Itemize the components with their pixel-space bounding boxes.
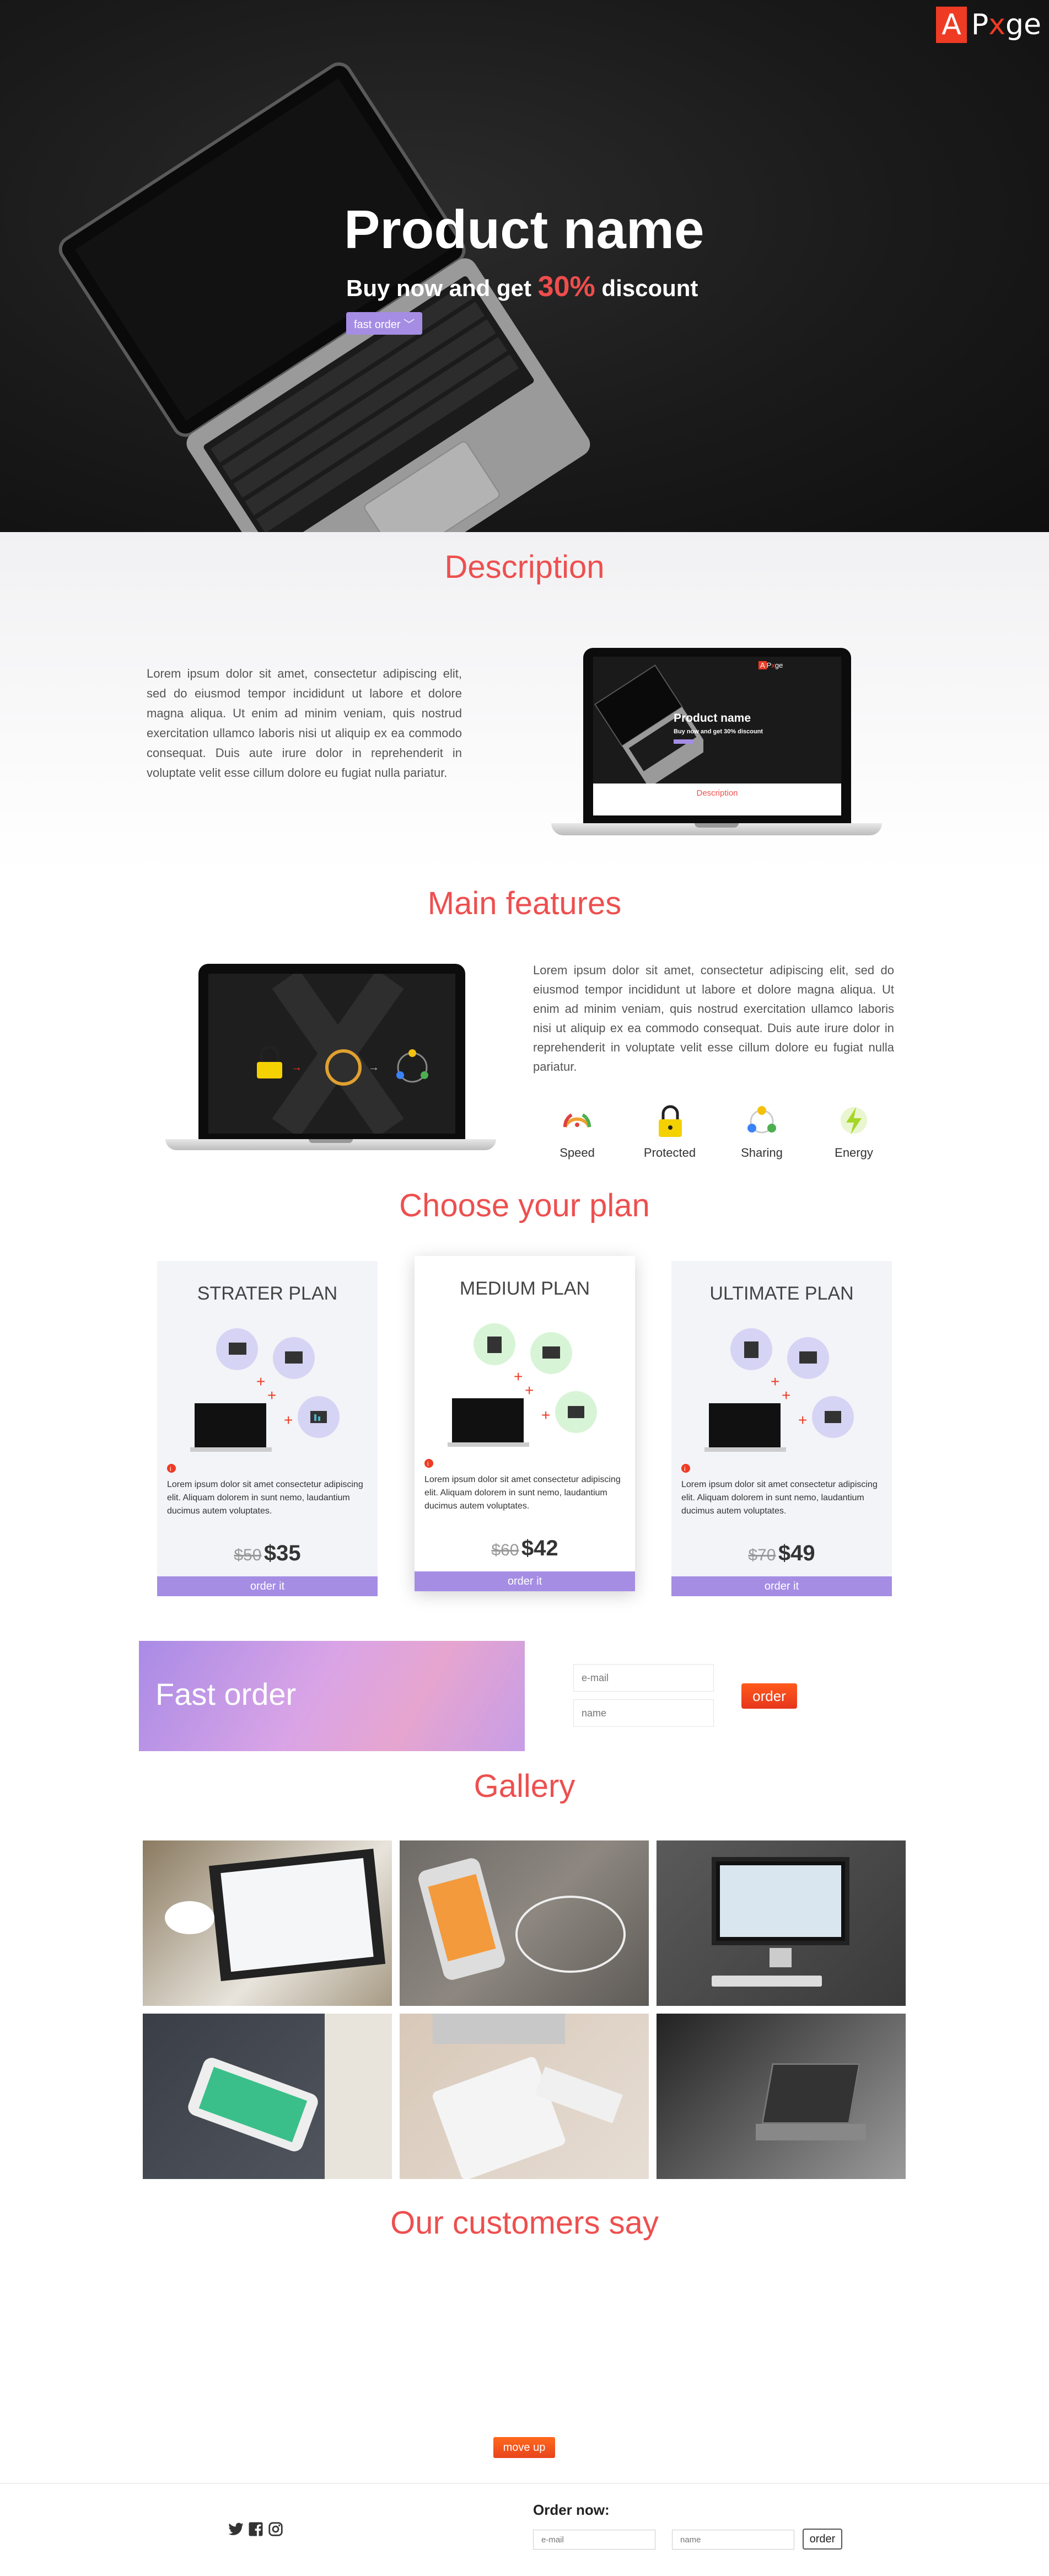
fast-order-title: Fast order (155, 1677, 297, 1711)
features-text: Lorem ipsum dolor sit amet, consectetur … (533, 963, 894, 1074)
footer-name-field[interactable] (672, 2530, 794, 2550)
svg-text:+: + (284, 1412, 293, 1429)
hero-discount: 30% (537, 271, 595, 303)
feature-label-sharing: Sharing (741, 1146, 783, 1160)
info-icon: i (681, 1464, 690, 1473)
plan-order-button[interactable]: order it (415, 1571, 635, 1591)
plan-price: $50 $35 (157, 1541, 378, 1566)
gallery-image-tablet-charts[interactable] (143, 1840, 392, 2006)
logo-letters-ge: ge (1005, 8, 1041, 41)
svg-text:→: → (368, 1061, 379, 1074)
mini-description-label: Description (593, 783, 841, 815)
order-now-label: Order now: (533, 2502, 610, 2518)
svg-text:i: i (427, 1460, 429, 1468)
sharing-icon (747, 1106, 776, 1134)
svg-text:+: + (771, 1373, 779, 1390)
plan-order-button[interactable]: order it (671, 1576, 892, 1596)
plan-devices-illustration: + + + (190, 1328, 340, 1452)
lightning-icon (841, 1107, 867, 1135)
plan-old-price: $60 (491, 1541, 519, 1559)
svg-text:+: + (541, 1407, 550, 1424)
fast-order-email-field[interactable] (573, 1664, 714, 1692)
hero-section: A P x ge Product name Buy now and get 30… (0, 0, 1049, 532)
plan-price: $70 $49 (671, 1541, 892, 1566)
description-title: Description (444, 549, 605, 585)
testimonials-title: Our customers say (390, 2205, 659, 2241)
plan-new-price: $42 (521, 1536, 558, 1560)
feature-label-energy: Energy (835, 1146, 873, 1160)
features-icons-row: Speed Protected Sharing Energy (539, 1104, 891, 1164)
plan-name: STRATER PLAN (197, 1283, 338, 1304)
description-text: Lorem ipsum dolor sit amet, consectetur … (147, 667, 462, 780)
svg-text:i: i (684, 1465, 686, 1473)
plan-name: ULTIMATE PLAN (709, 1283, 854, 1304)
gallery-title: Gallery (474, 1768, 575, 1804)
plan-description: Lorem ipsum dolor sit amet consectetur a… (424, 1475, 621, 1511)
move-up-button[interactable]: move up (493, 2437, 555, 2458)
gallery-image-phone-earbuds[interactable] (400, 1840, 649, 2006)
hero-sub-prefix: Buy now and get (346, 275, 531, 301)
info-icon: i (167, 1464, 176, 1473)
plan-price: $60 $42 (415, 1536, 635, 1561)
hero-subtitle: Buy now and get 30% discount (346, 270, 698, 303)
svg-text:+: + (267, 1387, 276, 1404)
svg-text:→: → (291, 1061, 302, 1074)
plans-title: Choose your plan (399, 1188, 650, 1223)
plan-description: Lorem ipsum dolor sit amet consectetur a… (167, 1480, 363, 1516)
footer-order-button[interactable]: order (803, 2529, 842, 2550)
gallery-image-iphone-earphones[interactable] (143, 2014, 392, 2179)
plan-card-ultimate: ULTIMATE PLAN + + + i Lorem ipsum dolor … (671, 1261, 892, 1596)
plan-devices-illustration: + + + (704, 1328, 854, 1452)
twitter-icon[interactable] (228, 2521, 244, 2537)
plan-devices-illustration: + + + (448, 1323, 597, 1447)
svg-text:+: + (514, 1368, 523, 1385)
plan-card-medium: MEDIUM PLAN + + + i Lorem ipsum dolor si… (415, 1256, 635, 1591)
instagram-icon[interactable] (267, 2521, 284, 2537)
plan-new-price: $35 (263, 1541, 301, 1565)
mini-hero-title: Product name (674, 712, 751, 724)
features-laptop-image: → → (165, 964, 496, 1154)
padlock-icon (659, 1105, 682, 1137)
plan-old-price: $50 (234, 1546, 262, 1564)
svg-text:+: + (782, 1387, 790, 1404)
fast-order-banner: Fast order (139, 1641, 525, 1751)
plan-new-price: $49 (778, 1541, 815, 1565)
plan-name: MEDIUM PLAN (459, 1278, 590, 1299)
info-icon: i (424, 1459, 433, 1468)
gallery-image-laptop-cafe[interactable] (657, 2014, 906, 2179)
description-laptop-image: A Pxge Product name Buy now and get 30% d… (551, 648, 882, 852)
footer-divider (0, 2483, 1049, 2484)
svg-text:i: i (170, 1465, 171, 1473)
gallery-image-tablet-keyboard[interactable] (400, 2014, 649, 2179)
logo-letter-a: A (936, 7, 967, 43)
logo-letter-x: x (988, 8, 1005, 41)
hero-sub-suffix: discount (601, 275, 698, 301)
logo-letter-p: P (971, 8, 989, 41)
plan-order-button[interactable]: order it (157, 1576, 378, 1596)
gallery-image-imac-desk[interactable] (657, 1840, 906, 2006)
footer-email-field[interactable] (533, 2530, 655, 2550)
plan-card-starter: STRATER PLAN + + + i Lorem ipsum dolor s… (157, 1261, 378, 1596)
plan-old-price: $70 (748, 1546, 776, 1564)
feature-label-speed: Speed (560, 1146, 595, 1160)
mini-hero-subtitle: Buy now and get 30% discount (674, 728, 763, 735)
facebook-icon[interactable] (248, 2521, 264, 2537)
social-links (228, 2521, 284, 2537)
svg-text:+: + (525, 1382, 534, 1399)
brand-logo[interactable]: A P x ge (936, 7, 1049, 43)
hero-title: Product name (344, 199, 704, 260)
features-title: Main features (427, 886, 622, 921)
fast-order-submit-button[interactable]: order (741, 1683, 797, 1709)
speedometer-icon (563, 1113, 591, 1128)
feature-label-protected: Protected (643, 1146, 696, 1160)
svg-text:+: + (798, 1412, 807, 1429)
svg-text:+: + (256, 1373, 265, 1390)
fast-order-name-field[interactable] (573, 1699, 714, 1727)
fast-order-dropdown-button[interactable]: fast order ﹀ (346, 312, 423, 335)
plan-description: Lorem ipsum dolor sit amet consectetur a… (681, 1480, 878, 1516)
